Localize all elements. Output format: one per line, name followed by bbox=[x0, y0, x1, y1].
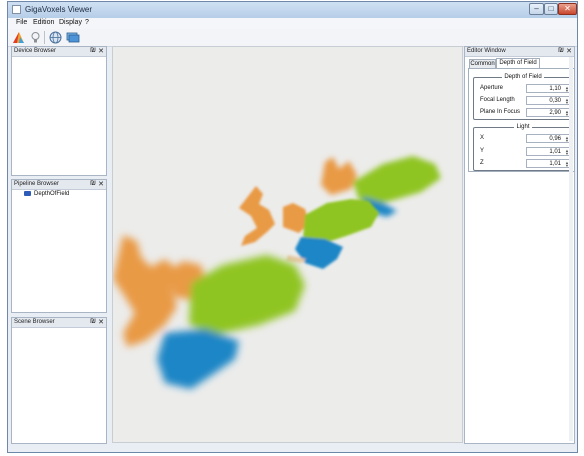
maximize-button[interactable]: □ bbox=[544, 3, 558, 15]
pipeline-item-label: DepthOfField bbox=[34, 191, 70, 198]
pipeline-browser-header: Pipeline Browser ₪ ✕ bbox=[12, 180, 106, 190]
light-x-spinbox[interactable]: 0,96 ▲ ▼ bbox=[526, 134, 572, 143]
editor-window-panel: Editor Window ₪ ✕ Common Depth of Field … bbox=[464, 46, 575, 444]
light-z-spinbox[interactable]: 1,01 ▲ ▼ bbox=[526, 159, 572, 168]
light-x-value: 0,96 bbox=[549, 136, 561, 142]
editor-window-header: Editor Window ₪ ✕ bbox=[465, 47, 574, 57]
plane-in-focus-spinbox[interactable]: 2,90 ▲ ▼ bbox=[526, 108, 572, 117]
stack-icon[interactable] bbox=[65, 30, 80, 45]
light-y-spinbox[interactable]: 1,01 ▲ ▼ bbox=[526, 147, 572, 156]
light-group: Light X 0,96 ▲ ▼ Y 1,01 ▲ ▼ Z 1,01 ▲ ▼ bbox=[473, 124, 573, 171]
close-icon[interactable]: ✕ bbox=[98, 180, 104, 188]
close-icon[interactable]: ✕ bbox=[98, 47, 104, 55]
menu-bar: File Edition Display ? bbox=[8, 18, 577, 29]
panel-title: Editor Window bbox=[467, 48, 506, 54]
focal-length-value: 0,30 bbox=[549, 98, 561, 104]
pipeline-browser-panel: Pipeline Browser ₪ ✕ DepthOfField bbox=[11, 179, 107, 313]
panel-title: Device Browser bbox=[14, 48, 57, 54]
scene-browser-panel: Scene Browser ₪ ✕ bbox=[11, 317, 107, 444]
aperture-spinbox[interactable]: 1,10 ▲ ▼ bbox=[526, 84, 572, 93]
plane-in-focus-label: Plane In Focus bbox=[480, 109, 521, 115]
menu-display[interactable]: Display bbox=[59, 19, 82, 26]
middle-dragon bbox=[239, 186, 379, 269]
menu-file[interactable]: File bbox=[16, 19, 27, 26]
float-icon[interactable]: ₪ bbox=[90, 47, 96, 54]
close-icon[interactable]: ✕ bbox=[566, 47, 572, 55]
dragon-scene bbox=[113, 156, 441, 389]
tab-depth-of-field[interactable]: Depth of Field bbox=[496, 58, 540, 68]
focal-length-spinbox[interactable]: 0,30 ▲ ▼ bbox=[526, 96, 572, 105]
toolbar-separator bbox=[44, 31, 45, 44]
panel-title: Pipeline Browser bbox=[14, 181, 60, 187]
tab-common[interactable]: Common bbox=[469, 59, 496, 68]
minimize-button[interactable]: – bbox=[529, 3, 544, 15]
dof-group: Depth of Field Aperture 1,10 ▲ ▼ Focal Le… bbox=[473, 74, 573, 120]
aperture-value: 1,10 bbox=[549, 86, 561, 92]
color-triangle-icon[interactable] bbox=[11, 30, 26, 45]
float-icon[interactable]: ₪ bbox=[558, 47, 564, 54]
globe-icon[interactable] bbox=[48, 30, 63, 45]
menu-edition[interactable]: Edition bbox=[33, 19, 54, 26]
menu-help[interactable]: ? bbox=[85, 19, 89, 26]
float-icon[interactable]: ₪ bbox=[90, 318, 96, 325]
float-icon[interactable]: ₪ bbox=[90, 180, 96, 187]
render-viewport[interactable] bbox=[112, 46, 463, 443]
light-x-label: X bbox=[480, 135, 485, 141]
window-title: GigaVoxels Viewer bbox=[25, 5, 92, 14]
pipeline-item-depthoffield[interactable]: DepthOfField bbox=[24, 191, 69, 197]
light-y-value: 1,01 bbox=[549, 149, 561, 155]
aperture-label: Aperture bbox=[480, 85, 504, 91]
light-y-label: Y bbox=[480, 148, 485, 154]
group-title: Depth of Field bbox=[502, 74, 544, 80]
app-icon bbox=[12, 5, 21, 14]
pipeline-node-icon bbox=[24, 191, 31, 196]
main-window: GigaVoxels Viewer – □ ✕ File Edition Dis… bbox=[7, 1, 578, 453]
device-browser-header: Device Browser ₪ ✕ bbox=[12, 47, 106, 57]
plane-in-focus-value: 2,90 bbox=[549, 110, 561, 116]
editor-scrollbar[interactable] bbox=[569, 57, 573, 441]
close-button[interactable]: ✕ bbox=[558, 3, 577, 15]
group-title: Light bbox=[514, 124, 532, 130]
scene-browser-header: Scene Browser ₪ ✕ bbox=[12, 318, 106, 328]
light-z-value: 1,01 bbox=[549, 161, 561, 167]
near-dragon bbox=[113, 235, 305, 389]
close-icon[interactable]: ✕ bbox=[98, 318, 104, 326]
panel-title: Scene Browser bbox=[14, 319, 55, 325]
toolbar bbox=[8, 29, 577, 47]
tab-content: Depth of Field Aperture 1,10 ▲ ▼ Focal Le… bbox=[468, 68, 575, 172]
focal-length-label: Focal Length bbox=[480, 97, 515, 103]
device-browser-panel: Device Browser ₪ ✕ bbox=[11, 46, 107, 176]
light-bulb-icon[interactable] bbox=[28, 30, 43, 45]
light-z-label: Z bbox=[480, 160, 484, 166]
title-bar[interactable]: GigaVoxels Viewer – □ ✕ bbox=[8, 2, 577, 19]
